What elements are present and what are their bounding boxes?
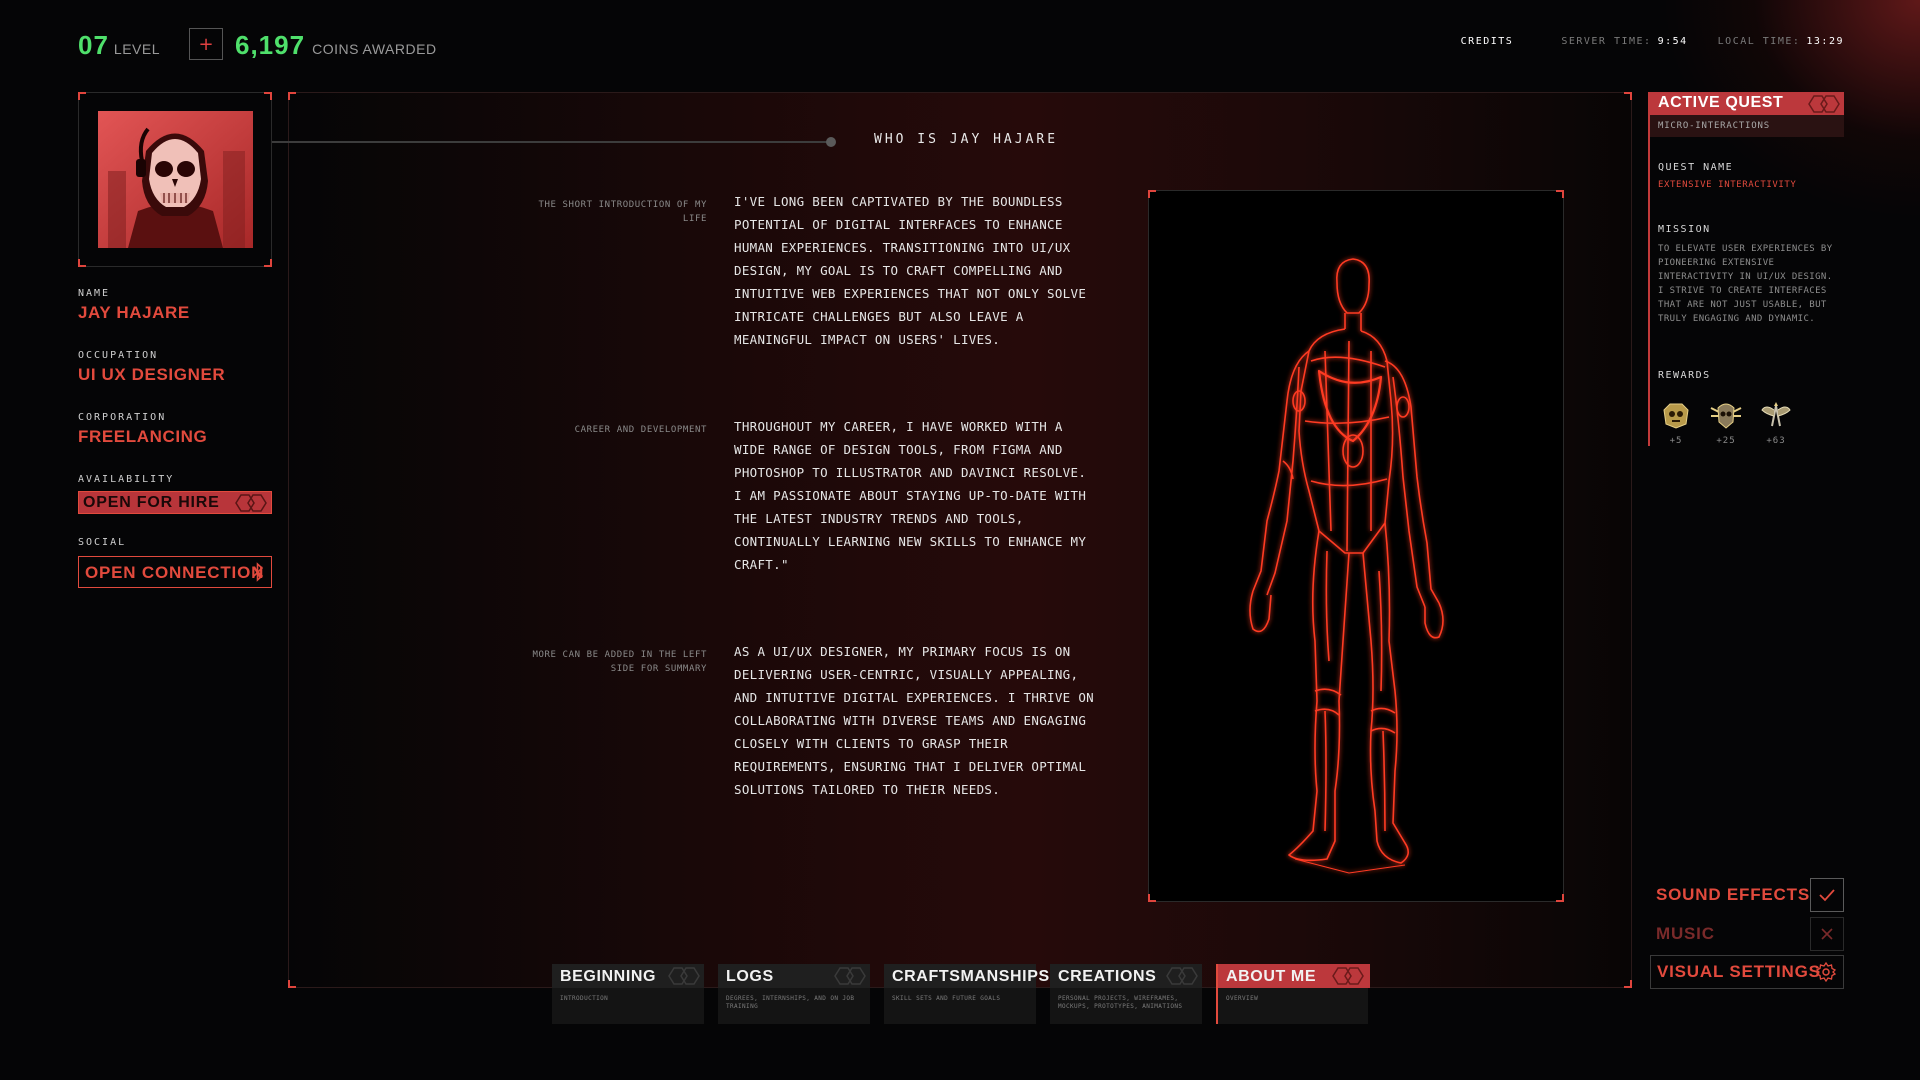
reward-item[interactable]: +63 (1756, 400, 1796, 446)
coins-indicator: 6,197 COINS AWARDED (235, 28, 437, 62)
availability-field: AVAILABILITY (78, 474, 174, 485)
quest-name-label: QUEST NAME (1658, 162, 1734, 173)
hexagon-decoration-icon (834, 967, 866, 985)
level-indicator: 07 LEVEL + 6,197 COINS AWARDED (78, 28, 436, 62)
local-time-label: LOCAL TIME: (1717, 36, 1801, 47)
mission-text: TO ELEVATE USER EXPERIENCES BY PIONEERIN… (1658, 244, 1833, 324)
section-title: WHO IS JAY HAJARE (874, 132, 1059, 147)
active-quest-title: ACTIVE QUEST (1658, 94, 1784, 111)
section-1-label: THE SHORT INTRODUCTION OF MY LIFE (538, 200, 707, 224)
hexagon-decoration-icon (1332, 967, 1364, 985)
avatar-frame (78, 92, 272, 267)
skull-badge-icon (1663, 403, 1689, 429)
tab-beginning-title: BEGINNING (560, 968, 657, 985)
reward-value: +5 (1669, 436, 1683, 446)
close-icon (1821, 928, 1833, 940)
mission-label: MISSION (1658, 224, 1711, 235)
title-connector-line (272, 141, 832, 143)
visual-settings-label: VISUAL SETTINGS (1657, 962, 1821, 981)
name-field: NAME JAY HAJARE (78, 288, 190, 323)
sound-effects-toggle[interactable]: SOUND EFFECTS (1650, 878, 1844, 912)
availability-label: AVAILABILITY (78, 474, 175, 485)
quest-name-value: EXTENSIVE INTERACTIVITY (1658, 180, 1797, 190)
hexagon-decoration-icon (1166, 967, 1198, 985)
add-coins-button[interactable]: + (189, 28, 223, 60)
active-quest-panel: ACTIVE QUEST MICRO-INTERACTIONS QUEST NA… (1648, 92, 1844, 446)
character-model-viewer[interactable] (1148, 190, 1564, 902)
reward-item[interactable]: +5 (1656, 400, 1696, 446)
reward-item[interactable]: +25 (1706, 400, 1746, 446)
level-value: 07 (78, 29, 109, 60)
section-1-text: I'VE LONG BEEN CAPTIVATED BY THE BOUNDLE… (734, 194, 1087, 347)
visual-settings-button[interactable]: VISUAL SETTINGS (1650, 955, 1844, 989)
quest-category: MICRO-INTERACTIONS (1650, 115, 1844, 137)
check-icon (1819, 889, 1835, 902)
occupation-field: OCCUPATION UI UX DESIGNER (78, 350, 225, 385)
coins-value: 6,197 (235, 29, 306, 60)
local-time-value: 13:29 (1806, 36, 1844, 47)
open-connection-button[interactable]: OPEN CONNECTION (78, 556, 272, 588)
level-label: LEVEL (113, 41, 161, 57)
sound-effects-checkbox[interactable] (1810, 878, 1844, 912)
tab-craftsmanships[interactable]: CRAFTSMANSHIPS SKILL SETS AND FUTURE GOA… (884, 964, 1049, 1024)
availability-status-badge: OPEN FOR HIRE (78, 491, 272, 514)
social-field: SOCIAL (78, 537, 126, 548)
tab-beginning[interactable]: BEGINNING INTRODUCTION (552, 964, 704, 1024)
open-connection-label: OPEN CONNECTION (85, 563, 265, 582)
tab-craftsmanships-title: CRAFTSMANSHIPS (892, 968, 1050, 985)
visual-settings-icon-box (1809, 955, 1843, 989)
corporation-label: CORPORATION (78, 412, 167, 423)
wireframe-body-figure (1249, 258, 1444, 874)
occupation-value: UI UX DESIGNER (78, 365, 226, 384)
rewards-label: REWARDS (1658, 370, 1711, 381)
corporation-value: FREELANCING (78, 427, 208, 446)
section-3-label: MORE CAN BE ADDED IN THE LEFT SIDE FOR S… (532, 650, 707, 674)
server-time-value: 9:54 (1657, 36, 1688, 47)
wings-badge-icon (1761, 402, 1791, 427)
corporation-field: CORPORATION FREELANCING (78, 412, 207, 447)
name-value: JAY HAJARE (78, 303, 190, 322)
tab-about-me-title: ABOUT ME (1226, 968, 1317, 985)
reward-value: +63 (1766, 436, 1786, 446)
bluetooth-icon (252, 562, 264, 582)
title-connector-dot (826, 137, 836, 147)
avatar (98, 111, 253, 248)
social-label: SOCIAL (78, 537, 127, 548)
sound-effects-label: SOUND EFFECTS (1656, 885, 1810, 904)
section-2-text: THROUGHOUT MY CAREER, I HAVE WORKED WITH… (734, 419, 1087, 572)
active-quest-header: ACTIVE QUEST (1650, 92, 1844, 115)
hexagon-decoration-icon (1808, 95, 1840, 113)
tab-logs-title: LOGS (726, 968, 774, 985)
hexagon-decoration-icon (668, 967, 700, 985)
winged-skull-badge-icon (1710, 403, 1742, 429)
section-3-text: AS A UI/UX DESIGNER, MY PRIMARY FOCUS IS… (734, 644, 1094, 797)
section-2-label: CAREER AND DEVELOPMENT (574, 425, 707, 435)
quest-category-label: MICRO-INTERACTIONS (1658, 121, 1770, 131)
availability-value: OPEN FOR HIRE (83, 494, 220, 511)
server-time-label: SERVER TIME: (1561, 36, 1652, 47)
reward-value: +25 (1716, 436, 1736, 446)
occupation-label: OCCUPATION (78, 350, 159, 361)
credits-link[interactable]: CREDITS (1461, 36, 1514, 47)
tab-creations[interactable]: CREATIONS PERSONAL PROJECTS, WIREFRAMES,… (1050, 964, 1202, 1024)
tab-about-me[interactable]: ABOUT ME OVERVIEW (1216, 964, 1370, 1024)
hexagon-decoration-icon (235, 494, 267, 512)
coins-label: COINS AWARDED (312, 41, 437, 57)
name-label: NAME (78, 288, 111, 299)
tab-beginning-desc: INTRODUCTION (560, 995, 609, 1002)
music-label: MUSIC (1656, 924, 1715, 943)
tab-creations-desc: PERSONAL PROJECTS, WIREFRAMES, MOCKUPS, … (1058, 995, 1183, 1010)
music-toggle[interactable]: MUSIC (1650, 917, 1844, 951)
gear-icon (1816, 962, 1836, 982)
tab-logs-desc: DEGREES, INTERNSHIPS, AND ON JOB TRAININ… (726, 995, 855, 1010)
tab-craftsmanships-desc: SKILL SETS AND FUTURE GOALS (892, 995, 1001, 1002)
tab-logs[interactable]: LOGS DEGREES, INTERNSHIPS, AND ON JOB TR… (718, 964, 870, 1024)
tab-about-me-desc: OVERVIEW (1226, 995, 1259, 1002)
tab-creations-title: CREATIONS (1058, 968, 1157, 985)
music-checkbox[interactable] (1810, 917, 1844, 951)
top-status-bar: CREDITS SERVER TIME: 9:54 LOCAL TIME: 13… (1461, 36, 1844, 47)
